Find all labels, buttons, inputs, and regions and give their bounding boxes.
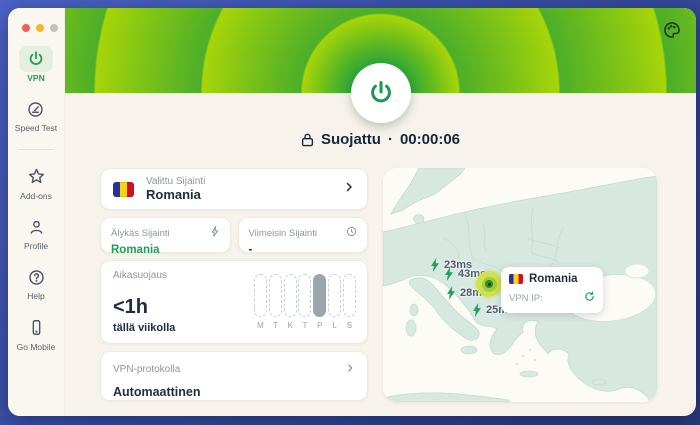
sidebar-item-add-ons[interactable]: Add-ons <box>19 164 53 201</box>
tooltip-country: Romania <box>529 273 578 285</box>
status-separator: · <box>388 131 393 148</box>
smart-location-card[interactable]: Älykäs Sijainti Romania <box>100 217 231 253</box>
sidebar-item-label: Add-ons <box>20 192 52 201</box>
dashboard-content: Valittu Sijainti Romania Älykäs Sijainti <box>100 168 657 402</box>
lock-icon <box>301 132 314 147</box>
day-bar: P <box>313 274 326 330</box>
day-bar: L <box>328 274 341 330</box>
lightning-icon <box>471 303 483 317</box>
tooltip-ip-label: VPN IP: <box>509 293 543 304</box>
power-icon <box>367 79 395 107</box>
last-location-card[interactable]: Viimeisin Sijainti - <box>238 217 369 253</box>
sidebar-item-label: Profile <box>24 242 48 251</box>
day-bar: S <box>343 274 356 330</box>
sidebar-divider <box>19 149 53 150</box>
power-icon <box>19 46 53 72</box>
time-protection-value: <1h <box>113 296 148 319</box>
time-protection-card: Aikasuojaus <1h tällä viikolla MTKTPLS <box>100 260 368 344</box>
day-bar: M <box>254 274 267 330</box>
clock-icon <box>346 224 357 242</box>
close-window-button[interactable] <box>22 24 30 32</box>
lightning-icon <box>210 224 220 242</box>
connection-status: Suojattu · 00:00:06 <box>65 131 696 148</box>
day-bar: T <box>298 274 311 330</box>
vpn-protocol-value: Automaattinen <box>113 385 355 399</box>
vpn-protocol-card[interactable]: VPN-protokolla Automaattinen <box>100 351 368 401</box>
last-location-label: Viimeisin Sijainti <box>249 228 317 239</box>
sidebar-item-label: Help <box>27 292 44 301</box>
romania-flag-icon <box>509 274 523 284</box>
person-icon <box>19 214 53 240</box>
zoom-window-button[interactable] <box>50 24 58 32</box>
sidebar-item-profile[interactable]: Profile <box>19 214 53 251</box>
selected-location-label: Valittu Sijainti <box>146 176 343 187</box>
speedometer-icon <box>19 96 53 122</box>
window-controls <box>8 24 64 32</box>
sidebar-item-label: Go Mobile <box>17 343 56 352</box>
selected-location-card[interactable]: Valittu Sijainti Romania <box>100 168 368 210</box>
power-button[interactable] <box>351 63 411 123</box>
sidebar-item-label: Speed Test <box>15 124 57 133</box>
location-mini-cards: Älykäs Sijainti Romania Viimeisin Sijain… <box>100 217 368 253</box>
sidebar-item-label: VPN <box>27 74 44 83</box>
lightning-icon <box>429 258 441 272</box>
app-window: VPN Speed Test Add-ons <box>8 8 696 416</box>
connection-map[interactable]: 23ms 43ms 28ms 25ms <box>383 168 657 402</box>
time-protection-sublabel: tällä viikolla <box>113 322 175 334</box>
last-location-value: - <box>249 244 358 256</box>
server-tooltip[interactable]: Romania VPN IP: <box>501 267 603 313</box>
chevron-right-icon <box>343 180 355 198</box>
sidebar-item-help[interactable]: Help <box>19 264 53 301</box>
lightning-icon <box>445 286 457 300</box>
status-label: Suojattu <box>321 131 381 148</box>
cards-column: Valittu Sijainti Romania Älykäs Sijainti <box>100 168 368 402</box>
day-bar: T <box>269 274 282 330</box>
connection-pin <box>476 271 502 297</box>
sidebar-item-speed-test[interactable]: Speed Test <box>15 96 57 133</box>
palette-icon[interactable] <box>662 20 682 40</box>
weekly-bars: MTKTPLS <box>254 274 356 330</box>
chevron-right-icon <box>345 360 355 378</box>
day-bar: K <box>284 274 297 330</box>
smart-location-label: Älykäs Sijainti <box>111 228 170 239</box>
phone-icon <box>19 315 53 341</box>
question-circle-icon <box>19 264 53 290</box>
lightning-icon <box>443 267 455 281</box>
sidebar-item-vpn[interactable]: VPN <box>19 46 53 83</box>
sidebar-item-go-mobile[interactable]: Go Mobile <box>17 315 56 352</box>
vpn-protocol-label: VPN-protokolla <box>113 364 180 375</box>
minimize-window-button[interactable] <box>36 24 44 32</box>
status-timer: 00:00:06 <box>400 131 460 148</box>
star-icon <box>19 164 53 190</box>
romania-flag-icon <box>113 182 134 197</box>
refresh-icon[interactable] <box>584 289 595 307</box>
selected-location-value: Romania <box>146 187 343 202</box>
sidebar: VPN Speed Test Add-ons <box>8 8 65 416</box>
smart-location-value: Romania <box>111 244 220 256</box>
main-panel: Suojattu · 00:00:06 Valittu Sijainti Rom… <box>65 8 696 416</box>
